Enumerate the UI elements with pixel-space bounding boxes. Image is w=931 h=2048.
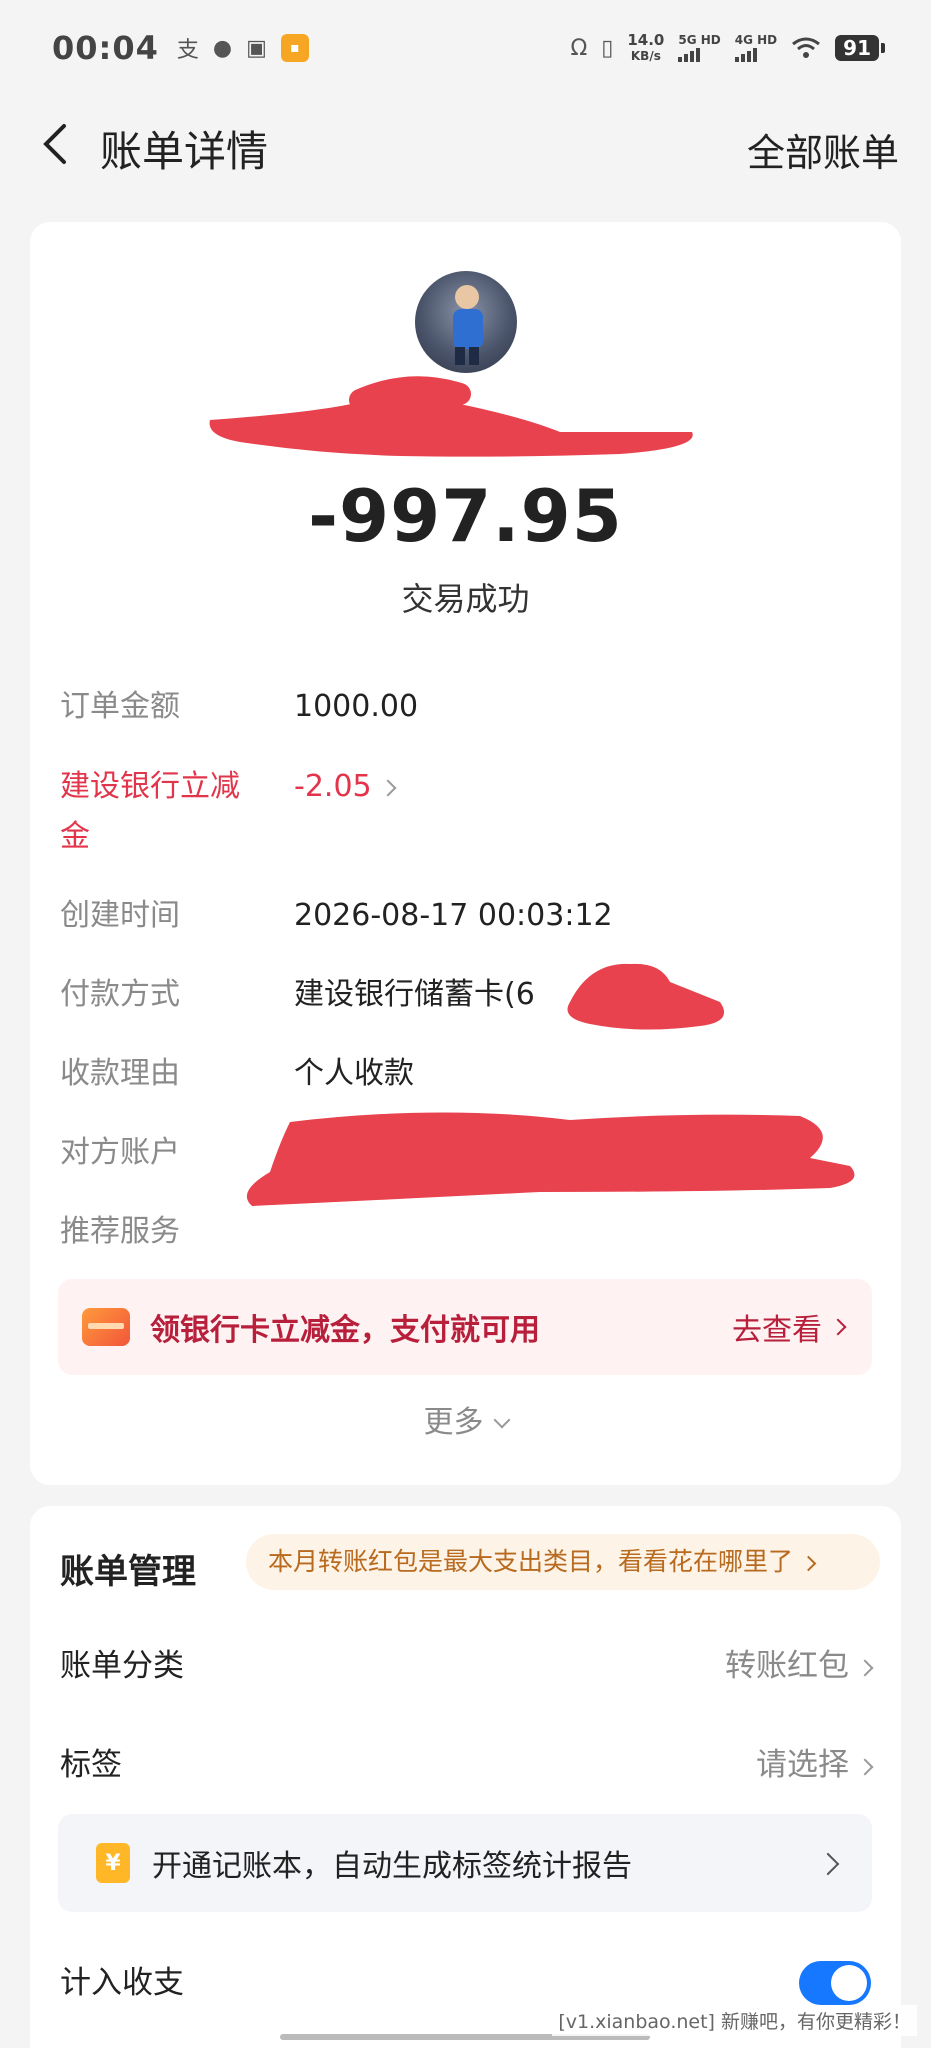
more-toggle[interactable]: 更多 — [30, 1397, 901, 1441]
category-value[interactable]: 转账红包 — [725, 1636, 874, 1696]
detail-label: 对方账户 — [60, 1135, 180, 1170]
bill-category-row[interactable]: 账单分类 转账红包 — [60, 1636, 874, 1696]
redaction-scribble — [209, 376, 693, 457]
vibrate-icon: ▯ — [601, 35, 614, 61]
detail-label: 创建时间 — [60, 898, 180, 933]
detail-value: -2.05 — [294, 762, 397, 812]
redaction-scribble — [246, 1112, 855, 1206]
transaction-card: -997.95 交易成功 订单金额 1000.00 建设银行立减金 -2.05 … — [30, 222, 901, 1485]
notebook-text: 开通记账本，自动生成标签统计报告 — [152, 1849, 632, 1884]
app-badge-icon: ▪ — [280, 34, 309, 62]
include-income-row: 计入收支 — [60, 1953, 871, 2013]
nav-bar: 账单详情 全部账单 — [0, 100, 931, 190]
bank-card-icon — [82, 1308, 130, 1346]
net-speed: 14.0 KB/s — [627, 31, 665, 63]
section-title: 账单管理 — [60, 1552, 196, 1592]
detail-label: 付款方式 — [60, 977, 180, 1012]
bank-card-promo[interactable]: 领银行卡立减金，支付就可用 去查看 — [58, 1279, 872, 1375]
signal-1: 5G HD — [678, 34, 721, 62]
row-label: 账单分类 — [60, 1648, 184, 1684]
payee-avatar — [415, 271, 517, 373]
detail-label: 建设银行立减金 — [60, 769, 240, 854]
alipay-icon: 支 — [176, 38, 199, 63]
chevron-right-icon — [856, 1659, 874, 1676]
row-label: 标签 — [60, 1747, 122, 1783]
back-arrow-icon[interactable] — [34, 120, 82, 168]
tag-select[interactable]: 请选择 — [756, 1735, 874, 1795]
promo-view-link[interactable]: 去查看 — [732, 1305, 847, 1349]
wechat-icon: ● — [212, 35, 233, 61]
chevron-right-icon — [856, 1758, 874, 1775]
detail-label: 订单金额 — [60, 689, 180, 724]
chevron-right-icon — [810, 1852, 840, 1876]
battery-indicator: 91 — [835, 35, 885, 61]
headphone-icon: Ω — [570, 35, 588, 61]
status-notification-icons: 支 ● ▣ ▪ — [177, 32, 309, 64]
bill-management-card: 账单管理 本月转账红包是最大支出类目，看看花在哪里了 账单分类 转账红包 标签 … — [30, 1506, 901, 2048]
detail-value: 2026-08-17 00:03:12 — [294, 898, 613, 933]
row-label: 计入收支 — [60, 1965, 184, 2001]
detail-value: 1000.00 — [294, 689, 419, 724]
signal-2: 4G HD — [734, 34, 777, 62]
signal-bars-icon — [678, 46, 720, 62]
chevron-right-icon — [829, 1318, 847, 1336]
yuan-icon: ¥ — [96, 1843, 130, 1883]
all-bills-link[interactable]: 全部账单 — [747, 122, 899, 177]
wifi-icon — [792, 37, 821, 58]
transaction-status: 交易成功 — [401, 580, 530, 618]
status-time: 00:04 — [52, 29, 159, 67]
detail-label: 推荐服务 — [60, 1214, 180, 1249]
chevron-right-icon — [800, 1555, 817, 1571]
tag-row[interactable]: 标签 请选择 — [60, 1735, 874, 1795]
chevron-right-icon — [379, 779, 397, 796]
spending-tip[interactable]: 本月转账红包是最大支出类目，看看花在哪里了 — [246, 1534, 880, 1590]
chevron-down-icon — [493, 1411, 510, 1429]
status-bar: 00:04 支 ● ▣ ▪ Ω ▯ 14.0 KB/s 5G HD 4G HD … — [0, 0, 931, 96]
message-icon: ▣ — [246, 35, 267, 61]
include-income-toggle[interactable] — [799, 1961, 871, 2005]
page-title: 账单详情 — [100, 127, 269, 176]
watermark: [v1.xianbao.net] 新赚吧，有你更精彩！ — [552, 2005, 917, 2036]
status-right: Ω ▯ 14.0 KB/s 5G HD 4G HD 91 — [570, 31, 885, 64]
redaction-scribble — [567, 963, 725, 1030]
signal-bars-icon — [734, 46, 777, 62]
detail-label: 收款理由 — [60, 1056, 180, 1091]
transaction-amount: -997.95 — [308, 474, 623, 558]
promo-text: 领银行卡立减金，支付就可用 — [150, 1313, 540, 1348]
notebook-promo[interactable]: ¥ 开通记账本，自动生成标签统计报告 — [58, 1814, 872, 1912]
detail-value: 建设银行储蓄卡(6 — [294, 977, 535, 1012]
